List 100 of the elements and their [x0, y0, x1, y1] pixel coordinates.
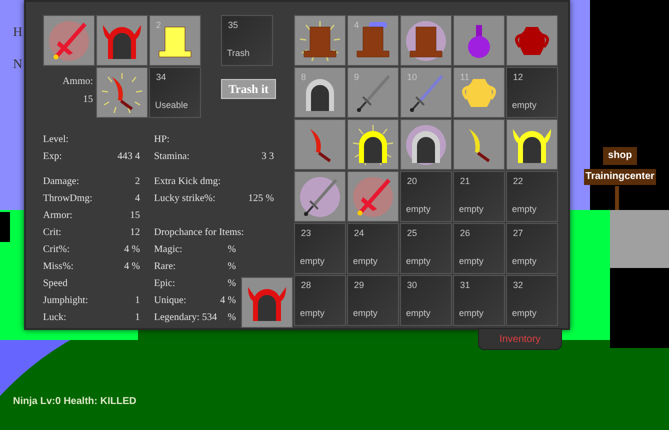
helmet-icon	[351, 123, 395, 167]
section-heading: Dropchance for Items:	[154, 226, 244, 240]
stat-value: 443 4	[118, 150, 140, 164]
slot-number: 25	[407, 227, 418, 240]
slot-number: 4	[354, 19, 360, 32]
slot-number: 29	[354, 279, 364, 292]
inventory-slot[interactable]: 20 empty	[400, 171, 452, 222]
wall-block	[610, 210, 669, 268]
slot-label: empty	[353, 254, 378, 268]
inventory-slot[interactable]: 24 empty	[347, 223, 399, 274]
stat-value: 4	[135, 192, 140, 206]
stat-value: 15	[130, 209, 140, 223]
stat-value: %	[228, 277, 236, 291]
scene-text: H	[13, 23, 22, 41]
stat-label: ThrowDmg:	[43, 192, 92, 206]
stat-value: %	[228, 260, 236, 274]
inventory-slot[interactable]: 25 empty	[400, 223, 452, 274]
stat-label: Luck:	[43, 311, 66, 325]
slot-number: 35	[228, 19, 238, 32]
stat-label: Exp:	[43, 150, 62, 164]
stat-value: 4 %	[220, 294, 236, 308]
stat-label: Armor:	[43, 209, 72, 223]
stat-value: 4 %	[124, 260, 140, 274]
inventory-slot[interactable]: 30 empty	[400, 275, 452, 326]
stat-value: 3 3	[262, 150, 274, 164]
slot-number: 21	[460, 175, 470, 188]
slot-label: empty	[300, 254, 325, 268]
slot-number: 31	[460, 279, 470, 292]
sword-icon	[47, 19, 91, 63]
inventory-slot[interactable]: 23 empty	[294, 223, 346, 274]
slot-number: 9	[354, 71, 360, 84]
slot-label: empty	[459, 254, 484, 268]
ammo-count: 15	[83, 93, 93, 107]
stat-label: Lucky strike%:	[154, 192, 216, 206]
dagger-icon	[100, 71, 144, 115]
boot-icon	[404, 19, 448, 63]
slot-label: empty	[512, 202, 537, 216]
stat-label: Jumphight:	[43, 294, 88, 308]
slot-number: 28	[301, 279, 312, 292]
stat-value: 125 %	[248, 192, 274, 206]
stat-value: 1	[135, 311, 140, 325]
slot-number: 27	[513, 227, 524, 240]
inventory-slot[interactable]: 34 Useable	[149, 67, 201, 118]
inventory-slot[interactable]: 31 empty	[453, 275, 505, 326]
inventory-slot[interactable]	[400, 119, 452, 170]
slot-label: empty	[459, 202, 484, 216]
slot-label: empty	[353, 306, 378, 320]
inventory-slot[interactable]: 12 empty	[506, 67, 558, 118]
stat-value: 1	[135, 294, 140, 308]
inventory-slot[interactable]: 32 empty	[506, 275, 558, 326]
slot-number: 12	[513, 71, 524, 84]
stat-value: 2	[135, 175, 140, 189]
boot-icon	[298, 19, 342, 63]
sword-icon	[351, 175, 395, 219]
stat-value: 12	[130, 226, 140, 240]
stat-label: Stamina:	[154, 150, 190, 164]
stat-label: Extra Kick dmg:	[154, 175, 221, 189]
slot-number: 22	[513, 175, 524, 188]
inventory-slot[interactable]: 35 Trash	[221, 15, 273, 66]
slot-label: empty	[300, 306, 325, 320]
sign-board: shop	[603, 147, 637, 165]
inventory-slot[interactable]: 22 empty	[506, 171, 558, 222]
stat-label: Crit%:	[43, 243, 70, 257]
stat-label: Legendary: 534	[154, 311, 218, 325]
status-text: Ninja Lv:0 Health: KILLED	[13, 396, 136, 407]
scene-text: N	[13, 54, 22, 72]
stat-label: Magic:	[154, 243, 182, 257]
sword-icon	[298, 175, 342, 219]
inventory-slot[interactable]: 28 empty	[294, 275, 346, 326]
stat-value: 4 %	[124, 243, 140, 257]
gap-block	[0, 212, 10, 242]
stat-label: Unique:	[154, 294, 186, 308]
slot-label: empty	[512, 254, 537, 268]
inventory-slot[interactable]	[506, 119, 558, 170]
slot-number: 20	[407, 175, 418, 188]
slot-number: 23	[301, 227, 312, 240]
inventory-slot[interactable]: 27 empty	[506, 223, 558, 274]
slot-number: 24	[354, 227, 364, 240]
inventory-slot[interactable]	[453, 119, 505, 170]
inventory-slot[interactable]: 26 empty	[453, 223, 505, 274]
stat-label: Damage:	[43, 175, 80, 189]
sign-board: Trainingcenter	[584, 169, 656, 185]
inventory-slot[interactable]	[347, 119, 399, 170]
ammo-label: Ammo:	[62, 75, 93, 89]
slot-label: empty	[406, 202, 431, 216]
slot-number: 30	[407, 279, 418, 292]
slot-number: 2	[156, 19, 162, 32]
helmet-icon	[404, 123, 448, 167]
stat-label: Rare:	[154, 260, 176, 274]
stat-label: Speed	[43, 277, 68, 291]
stat-label: Crit:	[43, 226, 62, 240]
slot-label: empty	[406, 306, 431, 320]
inventory-slot[interactable]: 29 empty	[347, 275, 399, 326]
slot-number: 26	[460, 227, 470, 240]
slot-label: empty	[512, 306, 537, 320]
slot-number: 11	[460, 71, 470, 84]
inventory-slot[interactable]: 21 empty	[453, 171, 505, 222]
slot-number: 32	[513, 279, 524, 292]
stat-label: Epic:	[154, 277, 176, 291]
stat-value: %	[228, 243, 236, 257]
